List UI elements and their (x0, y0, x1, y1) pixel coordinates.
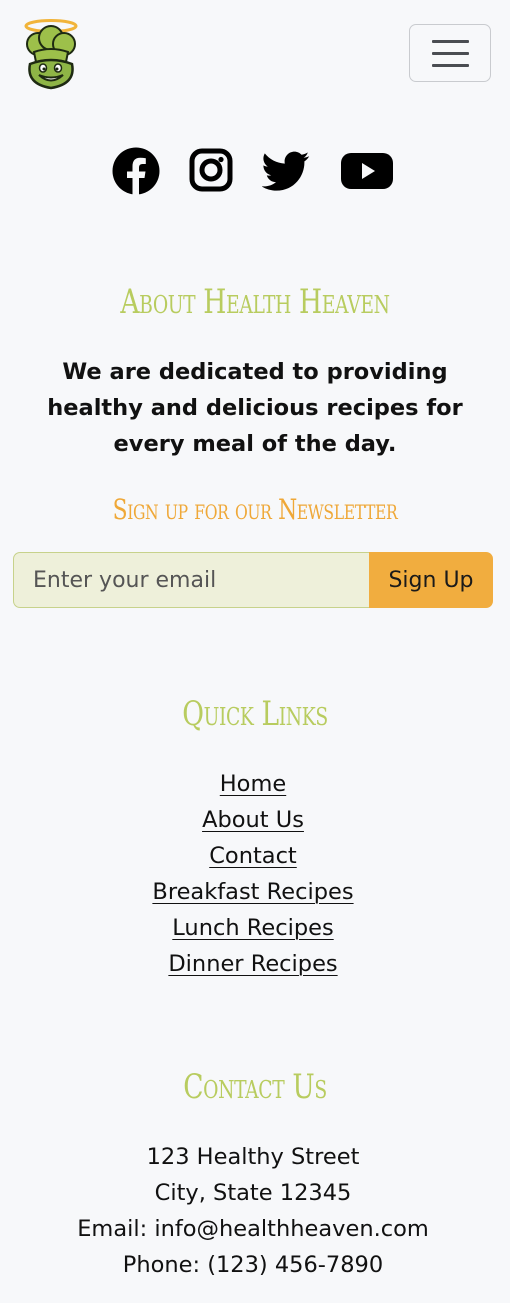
navbar (0, 0, 510, 110)
instagram-link[interactable] (189, 147, 233, 199)
list-item: Breakfast Recipes (0, 874, 506, 910)
logo-link[interactable] (20, 18, 82, 92)
list-item: About Us (0, 802, 506, 838)
list-item: Dinner Recipes (0, 946, 506, 982)
link-contact[interactable]: Contact (209, 843, 297, 869)
list-item: Contact (0, 838, 506, 874)
quick-links-list: Home About Us Contact Breakfast Recipes … (0, 766, 506, 982)
newsletter-form: Sign Up (13, 552, 493, 608)
contact-phone: Phone: (123) 456-7890 (122, 1252, 384, 1278)
youtube-link[interactable] (341, 147, 393, 199)
link-about-us[interactable]: About Us (202, 807, 304, 833)
about-description: We are dedicated to providing healthy an… (47, 359, 463, 457)
hamburger-line (432, 52, 469, 55)
link-breakfast-recipes[interactable]: Breakfast Recipes (152, 879, 353, 905)
social-links (0, 147, 510, 197)
hamburger-line (432, 64, 469, 67)
menu-toggle-button[interactable] (409, 24, 491, 82)
twitter-link[interactable] (261, 147, 310, 199)
contact-title: Contact Us (183, 1067, 327, 1107)
contact-address: 123 Healthy Street (146, 1144, 360, 1170)
contact-city: City, State 12345 (154, 1180, 352, 1206)
facebook-link[interactable] (112, 147, 160, 199)
link-home[interactable]: Home (220, 771, 286, 797)
link-dinner-recipes[interactable]: Dinner Recipes (168, 951, 337, 977)
hamburger-line (432, 40, 469, 43)
list-item: Lunch Recipes (0, 910, 506, 946)
twitter-icon (261, 151, 310, 191)
instagram-icon (189, 148, 233, 192)
link-lunch-recipes[interactable]: Lunch Recipes (172, 915, 333, 941)
contact-details: 123 Healthy Street City, State 12345 Ema… (0, 1139, 506, 1283)
list-item: Home (0, 766, 506, 802)
about-title: About Health Heaven (120, 282, 390, 322)
email-input[interactable] (13, 552, 369, 608)
youtube-icon (341, 153, 393, 189)
quick-links-title: Quick Links (182, 694, 328, 734)
signup-button[interactable]: Sign Up (369, 552, 493, 608)
angel-chef-logo-icon (24, 19, 78, 90)
facebook-icon (112, 147, 160, 195)
contact-email: Email: info@healthheaven.com (77, 1216, 429, 1242)
newsletter-title: Sign up for our Newsletter (112, 493, 398, 526)
